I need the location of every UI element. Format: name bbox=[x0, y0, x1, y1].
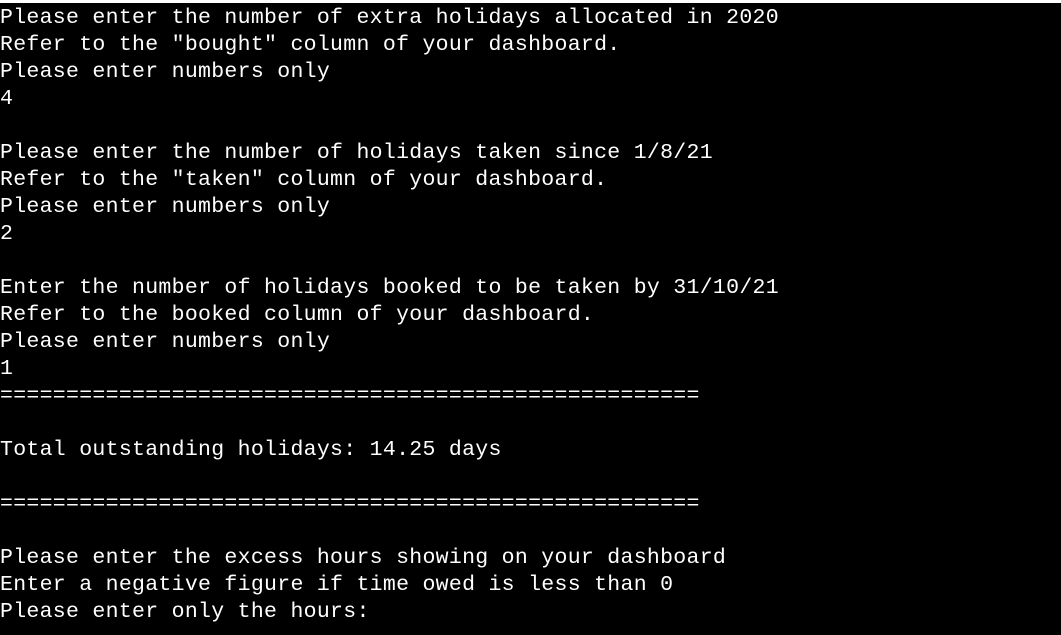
input-holidays-taken: 2 bbox=[0, 222, 14, 246]
input-holidays-booked: 1 bbox=[0, 357, 14, 381]
prompt-holidays-taken: Please enter the number of holidays take… bbox=[0, 141, 713, 165]
hint-negative-figure: Enter a negative figure if time owed is … bbox=[0, 573, 674, 597]
prompt-hours-only: Please enter only the hours: bbox=[0, 600, 370, 624]
terminal-window[interactable]: Please enter the number of extra holiday… bbox=[0, 3, 1061, 635]
prompt-excess-hours: Please enter the excess hours showing on… bbox=[0, 546, 727, 570]
separator-line: ========================================… bbox=[0, 492, 700, 516]
input-extra-holidays: 4 bbox=[0, 87, 14, 111]
prompt-holidays-booked: Enter the number of holidays booked to b… bbox=[0, 276, 779, 300]
terminal-output: Please enter the number of extra holiday… bbox=[0, 5, 779, 635]
total-outstanding-holidays: Total outstanding holidays: 14.25 days bbox=[0, 438, 502, 462]
prompt-extra-holidays: Please enter the number of extra holiday… bbox=[0, 6, 779, 30]
hint-numbers-only: Please enter numbers only bbox=[0, 60, 331, 84]
hint-numbers-only: Please enter numbers only bbox=[0, 330, 331, 354]
separator-line: ========================================… bbox=[0, 384, 700, 408]
hint-taken-column: Refer to the "taken" column of your dash… bbox=[0, 168, 608, 192]
hint-numbers-only: Please enter numbers only bbox=[0, 195, 331, 219]
hint-bought-column: Refer to the "bought" column of your das… bbox=[0, 33, 621, 57]
input-line[interactable] bbox=[0, 626, 779, 635]
hint-booked-column: Refer to the booked column of your dashb… bbox=[0, 303, 595, 327]
